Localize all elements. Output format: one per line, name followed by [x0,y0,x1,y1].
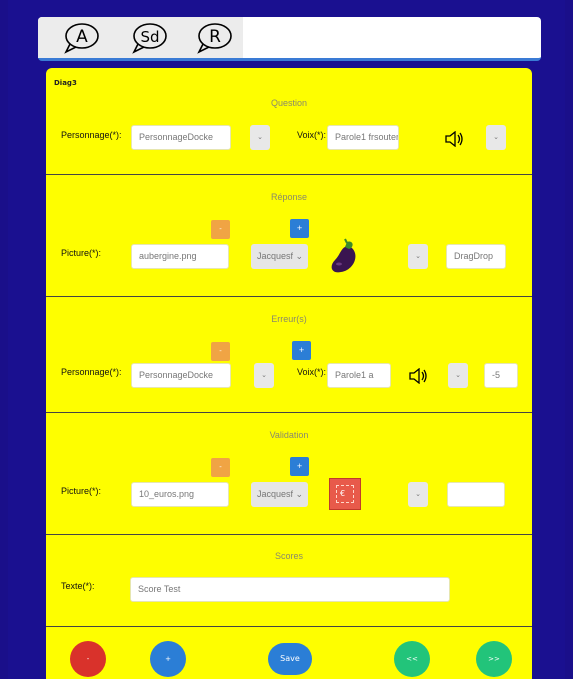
personnage-input[interactable]: PersonnageDocke [131,125,231,150]
voix-label: Voix(*): [297,130,327,140]
panel-title: Diag3 [54,79,77,87]
svg-text:R: R [209,27,221,47]
validation-plus-button[interactable]: + [290,457,309,476]
reponse-minus-button[interactable]: - [211,220,230,239]
personnage-input[interactable]: PersonnageDocke [131,363,231,388]
euro-icon: € [340,489,346,498]
reponse-plus-button[interactable]: + [290,219,309,238]
picture-dropdown[interactable]: ⌄ [408,244,428,269]
divider [46,412,532,413]
speech-a-button[interactable]: A [62,22,100,54]
voix-input[interactable]: Parole1 a [327,363,391,388]
texte-label: Texte(*): [61,581,95,591]
personnage-dropdown[interactable]: ⌄ [254,363,274,388]
add-button[interactable]: + [150,641,186,677]
voix-input[interactable]: Parole1 frsoutenu [327,125,399,150]
svg-text:A: A [76,27,88,47]
aubergine-image [331,238,356,273]
speech-bubble-icon: A [64,23,99,54]
section-title-question: Question [270,98,308,108]
speech-sd-button[interactable]: Sd [130,22,168,54]
erreurs-plus-button[interactable]: + [292,341,311,360]
personnage-label: Personnage(*): [61,130,122,140]
picture-input[interactable]: 10_euros.png [131,482,229,507]
score-input[interactable]: -5 [484,363,518,388]
picture-label: Picture(*): [61,486,102,496]
speech-bubble-icon: Sd [132,23,167,54]
speech-bubble-icon: R [197,23,232,54]
speaker-icon[interactable] [444,131,464,147]
section-title-erreurs: Erreur(s) [271,314,307,324]
svg-text:Sd: Sd [140,28,159,46]
banknote-image: € [329,478,361,510]
next-button[interactable]: >> [476,641,512,677]
personnage-dropdown[interactable]: ⌄ [250,125,270,150]
voix-dropdown[interactable]: ⌄ [448,363,468,388]
divider [46,626,532,627]
delete-button[interactable]: - [70,641,106,677]
section-title-reponse: Réponse [270,192,308,202]
dragdrop-input[interactable]: DragDrop [446,244,506,269]
voix-label: Voix(*): [297,367,327,377]
save-button[interactable]: Save [268,643,312,675]
voix-dropdown[interactable]: ⌄ [486,125,506,150]
section-title-validation: Validation [269,430,309,440]
top-toolbar: A Sd R [38,17,541,61]
divider [46,534,532,535]
section-title-scores: Scores [274,551,303,561]
character-select[interactable]: Jacquesf ⌄ [251,482,308,507]
validation-extra-input[interactable] [447,482,505,507]
dialog-panel: Diag3 Question Personnage(*): Personnage… [46,68,532,679]
speaker-icon[interactable] [408,368,428,384]
character-select[interactable]: Jacquesf ⌄ [251,244,308,269]
picture-input[interactable]: aubergine.png [131,244,229,269]
previous-button[interactable]: << [394,641,430,677]
erreurs-minus-button[interactable]: - [211,342,230,361]
divider [46,174,532,175]
texte-input[interactable]: Score Test [130,577,450,602]
personnage-label: Personnage(*): [61,367,122,377]
picture-dropdown[interactable]: ⌄ [408,482,428,507]
divider [46,296,532,297]
picture-label: Picture(*): [61,248,102,258]
speech-r-button[interactable]: R [195,22,233,54]
toolbar-button-group: A Sd R [38,17,243,58]
validation-minus-button[interactable]: - [211,458,230,477]
